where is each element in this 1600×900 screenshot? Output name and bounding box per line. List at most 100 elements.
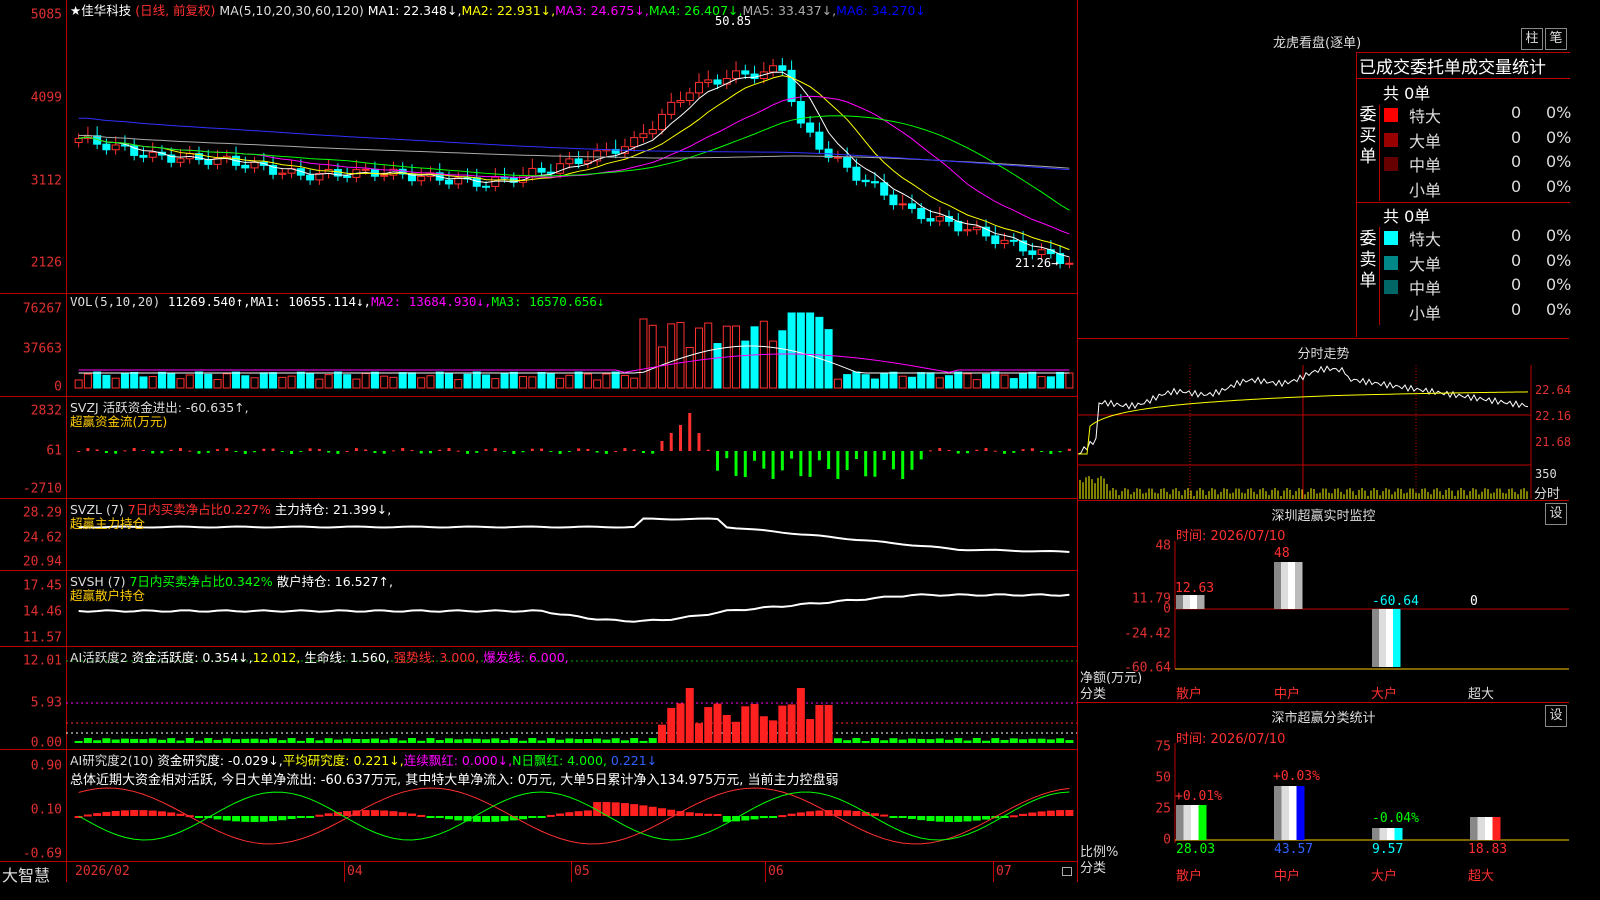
chart-area[interactable]: 5085 4099 3112 2126 ★佳华科技 (日线, 前复权) MA(5… (0, 0, 1077, 885)
stock-name[interactable]: 佳华科技 (81, 3, 131, 18)
flow-bar (938, 448, 942, 451)
volume-bar (463, 373, 472, 389)
brand-logo[interactable]: 大智慧 (2, 862, 50, 886)
candle-body (204, 159, 213, 165)
volume-bar (343, 374, 352, 389)
svzj-pane[interactable]: 2832 61 -2710 SVZJ 活跃资金进出: -60.635↑, 超赢资… (0, 397, 1077, 499)
flow-bar (632, 449, 636, 451)
candle-body (880, 182, 889, 196)
sell-side-label: 委卖单 (1359, 229, 1377, 291)
volume-bar (750, 326, 759, 389)
bar-mode-button[interactable]: 柱 (1521, 28, 1543, 50)
research-bar (222, 816, 231, 821)
activity-bar (370, 738, 379, 743)
tick-mode-button[interactable]: 笔 (1545, 28, 1567, 50)
flow-bar (197, 451, 201, 454)
cls-category: 中户 (1274, 869, 1301, 884)
volume-bar (1065, 372, 1074, 389)
research-bar (176, 813, 185, 816)
volume-pane[interactable]: 76267 37663 0 VOL(5,10,20) 11269.540↑,MA… (0, 294, 1077, 397)
flow-bar (688, 413, 692, 451)
activity-bar (463, 738, 472, 743)
lock-icon[interactable] (1062, 867, 1072, 876)
candlestick-chart[interactable] (0, 0, 1077, 293)
cls-bar-top: +0.03% (1273, 769, 1320, 784)
price-pane[interactable]: 5085 4099 3112 2126 ★佳华科技 (日线, 前复权) MA(5… (0, 0, 1077, 294)
flow-bar (160, 451, 164, 454)
volume-bar (935, 377, 944, 389)
flow-bar (678, 425, 682, 451)
activity-bar (546, 738, 555, 743)
volume-bar (130, 371, 139, 389)
volume-bar (250, 377, 259, 389)
fs-tick: 21.68 (1535, 435, 1572, 449)
flow-bar (817, 451, 821, 461)
buy-row: 大单 0 0% (1381, 128, 1571, 152)
flow-bar (697, 433, 701, 451)
volume-header: VOL(5,10,20) 11269.540↑,MA1: 10655.114↓,… (70, 294, 605, 309)
volume-bar (713, 343, 722, 389)
flow-bar (947, 450, 951, 452)
research-bar (370, 810, 379, 816)
svzl-pane[interactable]: 28.29 24.62 20.94 SVZL (7) 7日内买卖净占比0.227… (0, 499, 1077, 571)
research-bar (917, 816, 926, 821)
intraday-chart[interactable] (1078, 339, 1569, 501)
volume-bar (370, 371, 379, 389)
volume-bar (407, 372, 416, 389)
mon-category: 中户 (1274, 687, 1301, 702)
volume-bar (195, 371, 203, 389)
activity-bar (296, 740, 305, 743)
candle-body (926, 218, 935, 222)
svsh-pane[interactable]: 17.45 14.46 11.57 SVSH (7) 7日内买卖净占比0.342… (0, 571, 1077, 647)
volume-bar (546, 372, 555, 389)
flow-bar (1003, 451, 1007, 454)
activity-bar (843, 740, 852, 743)
flow-bar (966, 451, 970, 454)
cls-tick: 75 (1155, 739, 1171, 755)
volume-bar (83, 373, 92, 389)
sell-row: 中单 0 0% (1381, 275, 1571, 299)
flow-bar (327, 451, 331, 453)
ma-value-3: MA3: 24.675↓, (555, 3, 649, 18)
candle-body (370, 168, 379, 177)
cls-bar-value: 28.03 (1176, 842, 1216, 857)
flow-bar (799, 451, 803, 477)
flow-bar (364, 449, 368, 451)
flow-bar (86, 448, 90, 451)
fs-tick: 22.16 (1535, 409, 1572, 423)
activity-bar (1009, 738, 1018, 743)
activity-bar (759, 716, 768, 743)
ai-research-pane[interactable]: 0.90 0.10 -0.69 AI研究度2(10) 资金研究度: -0.029… (0, 750, 1077, 862)
candle-body (676, 99, 685, 103)
volume-bar (93, 371, 102, 389)
volume-bar (945, 375, 953, 389)
volume-bar (611, 371, 620, 389)
activity-bar (343, 738, 352, 743)
candle-body (278, 172, 287, 175)
period-label[interactable]: (日线, 前复权) (135, 3, 215, 18)
lhb-title: 龙虎看盘(逐单) (1273, 36, 1362, 51)
intraday-panel[interactable]: 分时走势 22.64 22.16 21.68 350 分时 (1078, 338, 1572, 502)
candle-body (935, 215, 944, 222)
flow-bar (549, 451, 553, 452)
flow-bar (141, 450, 145, 452)
volume-bar (259, 372, 268, 389)
activity-bar (287, 738, 296, 743)
activity-bar (833, 738, 842, 743)
volume-bar (213, 379, 222, 389)
star-icon[interactable]: ★ (70, 3, 81, 18)
flow-bar (456, 450, 460, 452)
volume-bar (157, 371, 166, 389)
volume-bar (287, 375, 296, 389)
activity-bar (741, 706, 750, 743)
activity-bar (306, 738, 315, 743)
volume-chart[interactable] (0, 294, 1077, 396)
ai-activity-pane[interactable]: 12.01 5.93 0.00 AI活跃度2 资金活跃度: 0.354↓,12.… (0, 647, 1077, 751)
activity-bar (352, 738, 361, 743)
candle-body (954, 220, 963, 232)
buy-row: 中单 0 0% (1381, 152, 1571, 176)
volume-bar (1009, 378, 1018, 389)
holding-line (78, 593, 1070, 623)
research-bar (102, 811, 111, 816)
flow-bar (984, 448, 988, 451)
